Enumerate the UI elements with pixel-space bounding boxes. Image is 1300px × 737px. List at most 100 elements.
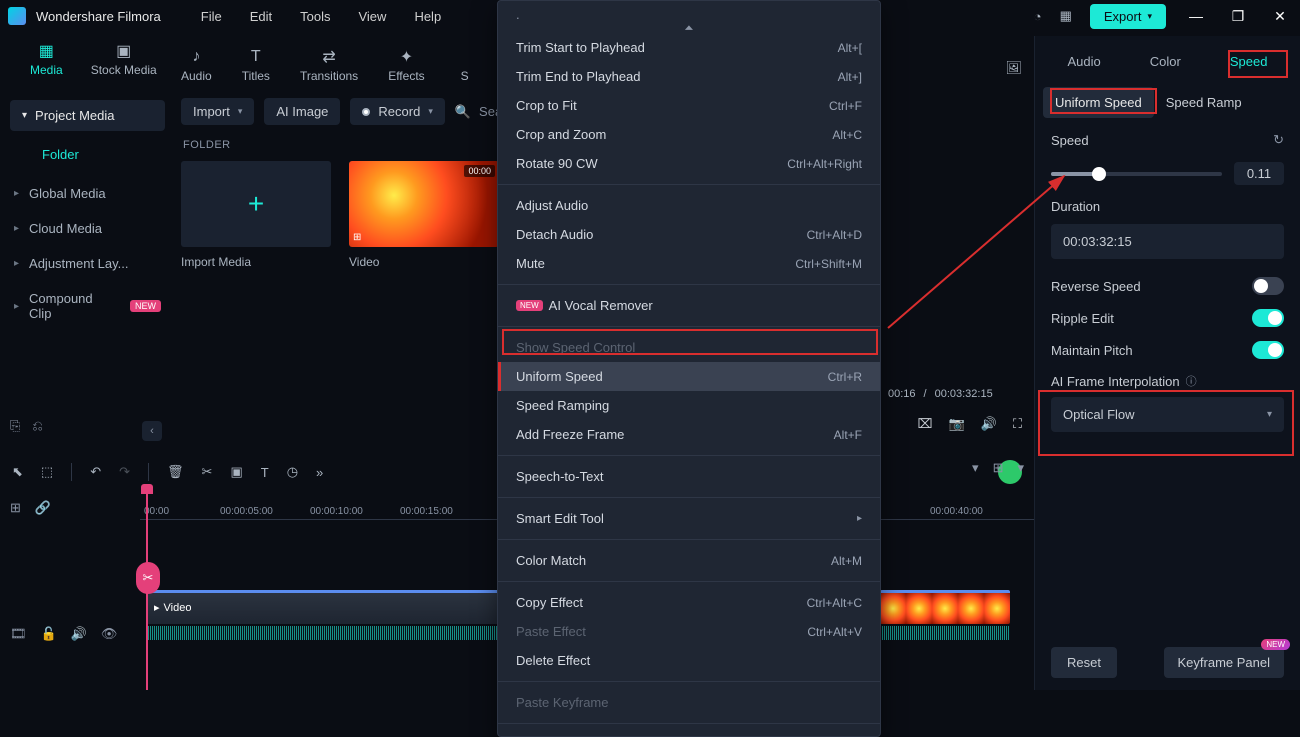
folder-node[interactable]: Folder: [0, 137, 175, 176]
speed-slider[interactable]: [1051, 172, 1222, 176]
ctx-trim-start[interactable]: Trim Start to PlayheadAlt+[: [498, 33, 880, 62]
close-button[interactable]: ✕: [1268, 8, 1292, 25]
options-icon[interactable]: ▾: [1017, 460, 1024, 476]
ctx-rotate[interactable]: Rotate 90 CWCtrl+Alt+Right: [498, 149, 880, 178]
ctx-delete-effect[interactable]: Delete Effect: [498, 646, 880, 675]
subtab-uniform-speed[interactable]: Uniform Speed: [1043, 87, 1154, 118]
menu-tools[interactable]: Tools: [300, 9, 330, 24]
duration-input[interactable]: 00:03:32:15: [1051, 224, 1284, 259]
undo-icon[interactable]: ↶: [90, 464, 101, 480]
split-icon[interactable]: ✂: [202, 464, 213, 480]
folder-in-icon[interactable]: ⎘: [10, 418, 20, 434]
ctx-crop-fit[interactable]: Crop to FitCtrl+F: [498, 91, 880, 120]
audio-waveform[interactable]: [146, 626, 506, 640]
subtab-speed-ramp[interactable]: Speed Ramp: [1154, 87, 1244, 118]
tab-media[interactable]: ▦ Media: [30, 43, 63, 77]
ctx-paste-effect: Paste EffectCtrl+Alt+V: [498, 617, 880, 646]
sidebar-item-compound-clip[interactable]: ▸ Compound Clip NEW: [0, 281, 175, 331]
display-icon[interactable]: ⌧: [918, 416, 933, 432]
more-tools-icon[interactable]: »: [316, 465, 323, 480]
tab-transitions[interactable]: ⇄Transitions: [300, 49, 358, 83]
split-handle[interactable]: ✂: [136, 562, 160, 594]
folder-out-icon[interactable]: ⎌: [32, 418, 42, 434]
import-media-card[interactable]: + Import Media: [181, 161, 331, 269]
video-thumb-card[interactable]: 00:00 ⊞ Video: [349, 161, 499, 269]
tab-more[interactable]: S: [455, 49, 475, 83]
ctx-copy-effect[interactable]: Copy EffectCtrl+Alt+C: [498, 588, 880, 617]
sidebar-item-adjustment-layer[interactable]: ▸ Adjustment Lay...: [0, 246, 175, 281]
timeline-clip-2[interactable]: [880, 590, 1010, 624]
link-icon[interactable]: 🔗: [35, 500, 51, 516]
image-icon[interactable]: 🖼: [1005, 60, 1022, 76]
delete-icon[interactable]: 🗑: [167, 464, 184, 480]
visibility-icon[interactable]: 👁: [101, 626, 118, 642]
ctx-uniform-speed[interactable]: Uniform SpeedCtrl+R: [498, 362, 880, 391]
cursor-tool-icon[interactable]: ⬉: [12, 464, 23, 480]
lock-icon[interactable]: 🔓: [41, 626, 57, 642]
audio-waveform-2[interactable]: [880, 626, 1010, 640]
reset-button[interactable]: Reset: [1051, 647, 1117, 678]
minimize-button[interactable]: —: [1184, 8, 1208, 24]
keyframe-panel-button[interactable]: Keyframe Panel NEW: [1164, 647, 1285, 678]
timeline-clip[interactable]: ▸Video: [146, 590, 506, 624]
ctx-speech-to-text[interactable]: Speech-to-Text: [498, 462, 880, 491]
apps-icon[interactable]: ▦: [1060, 8, 1072, 24]
project-media-header[interactable]: ▾ Project Media: [10, 100, 165, 131]
tab-label: Transitions: [300, 69, 358, 83]
reverse-speed-toggle[interactable]: [1252, 277, 1284, 295]
redo-icon[interactable]: ↷: [119, 464, 130, 480]
collapse-sidebar-button[interactable]: ‹: [142, 421, 162, 441]
select-tool-icon[interactable]: ⬚: [41, 464, 53, 480]
tab-stock-media[interactable]: ▣ Stock Media: [91, 43, 157, 77]
menu-edit[interactable]: Edit: [250, 9, 272, 24]
speed-icon[interactable]: ◷: [287, 464, 298, 480]
ctx-color-match[interactable]: Color MatchAlt+M: [498, 546, 880, 575]
record-button[interactable]: Record▾: [350, 98, 444, 125]
maintain-pitch-toggle[interactable]: [1252, 341, 1284, 359]
ripple-edit-toggle[interactable]: [1252, 309, 1284, 327]
ctx-crop-zoom[interactable]: Crop and ZoomAlt+C: [498, 120, 880, 149]
tab-titles[interactable]: TTitles: [242, 49, 270, 83]
fullscreen-icon[interactable]: ⛶: [1013, 416, 1022, 432]
ctx-smart-edit-tool[interactable]: Smart Edit Tool▸: [498, 504, 880, 533]
grid-view-icon[interactable]: ⊞: [993, 460, 1004, 476]
cloud-icon[interactable]: ◔: [1034, 9, 1042, 24]
ctx-add-freeze-frame[interactable]: Add Freeze FrameAlt+F: [498, 420, 880, 449]
sidebar-item-label: Compound Clip: [29, 291, 116, 321]
ai-image-button[interactable]: AI Image: [264, 98, 340, 125]
marker-icon[interactable]: ▾: [972, 460, 979, 476]
sidebar-item-cloud-media[interactable]: ▸ Cloud Media: [0, 211, 175, 246]
ctx-adjust-audio[interactable]: Adjust Audio: [498, 191, 880, 220]
ruler-tick-label: 00:00:10:00: [310, 506, 363, 517]
crop-icon[interactable]: ▣: [230, 464, 242, 480]
mute-track-icon[interactable]: 🔊: [71, 626, 87, 642]
volume-icon[interactable]: 🔊: [981, 416, 997, 432]
text-icon[interactable]: T: [261, 465, 269, 480]
info-icon[interactable]: ⓘ: [1186, 373, 1197, 389]
tab-audio[interactable]: ♪Audio: [181, 49, 212, 83]
sidebar-item-global-media[interactable]: ▸ Global Media: [0, 176, 175, 211]
track-add-icon[interactable]: ⊞: [10, 500, 21, 516]
reset-icon[interactable]: ↻: [1273, 132, 1284, 148]
inspector-tab-color[interactable]: Color: [1140, 50, 1191, 73]
tab-effects[interactable]: ✦Effects: [388, 49, 424, 83]
slider-knob[interactable]: [1092, 167, 1106, 181]
speed-value[interactable]: 0.11: [1234, 162, 1284, 185]
inspector-tab-audio[interactable]: Audio: [1058, 50, 1111, 73]
inspector-tab-speed[interactable]: Speed: [1220, 50, 1278, 73]
ctx-show-speed-control: Show Speed Control: [498, 333, 880, 362]
ctx-label: Rotate 90 CW: [516, 156, 598, 171]
ctx-speed-ramping[interactable]: Speed Ramping: [498, 391, 880, 420]
ctx-detach-audio[interactable]: Detach AudioCtrl+Alt+D: [498, 220, 880, 249]
film-icon[interactable]: 🎞: [10, 626, 27, 642]
menu-file[interactable]: File: [201, 9, 222, 24]
ctx-ai-vocal-remover[interactable]: NEWAI Vocal Remover: [498, 291, 880, 320]
snapshot-icon[interactable]: 📷: [949, 416, 965, 432]
import-button[interactable]: Import▾: [181, 98, 254, 125]
ai-interpolation-dropdown[interactable]: Optical Flow ▾: [1051, 397, 1284, 432]
ctx-mute[interactable]: MuteCtrl+Shift+M: [498, 249, 880, 278]
ctx-trim-end[interactable]: Trim End to PlayheadAlt+]: [498, 62, 880, 91]
export-button[interactable]: Export ▾: [1090, 4, 1166, 29]
scroll-up-icon[interactable]: ▴: [345, 22, 1033, 33]
maximize-button[interactable]: ❐: [1226, 8, 1250, 25]
